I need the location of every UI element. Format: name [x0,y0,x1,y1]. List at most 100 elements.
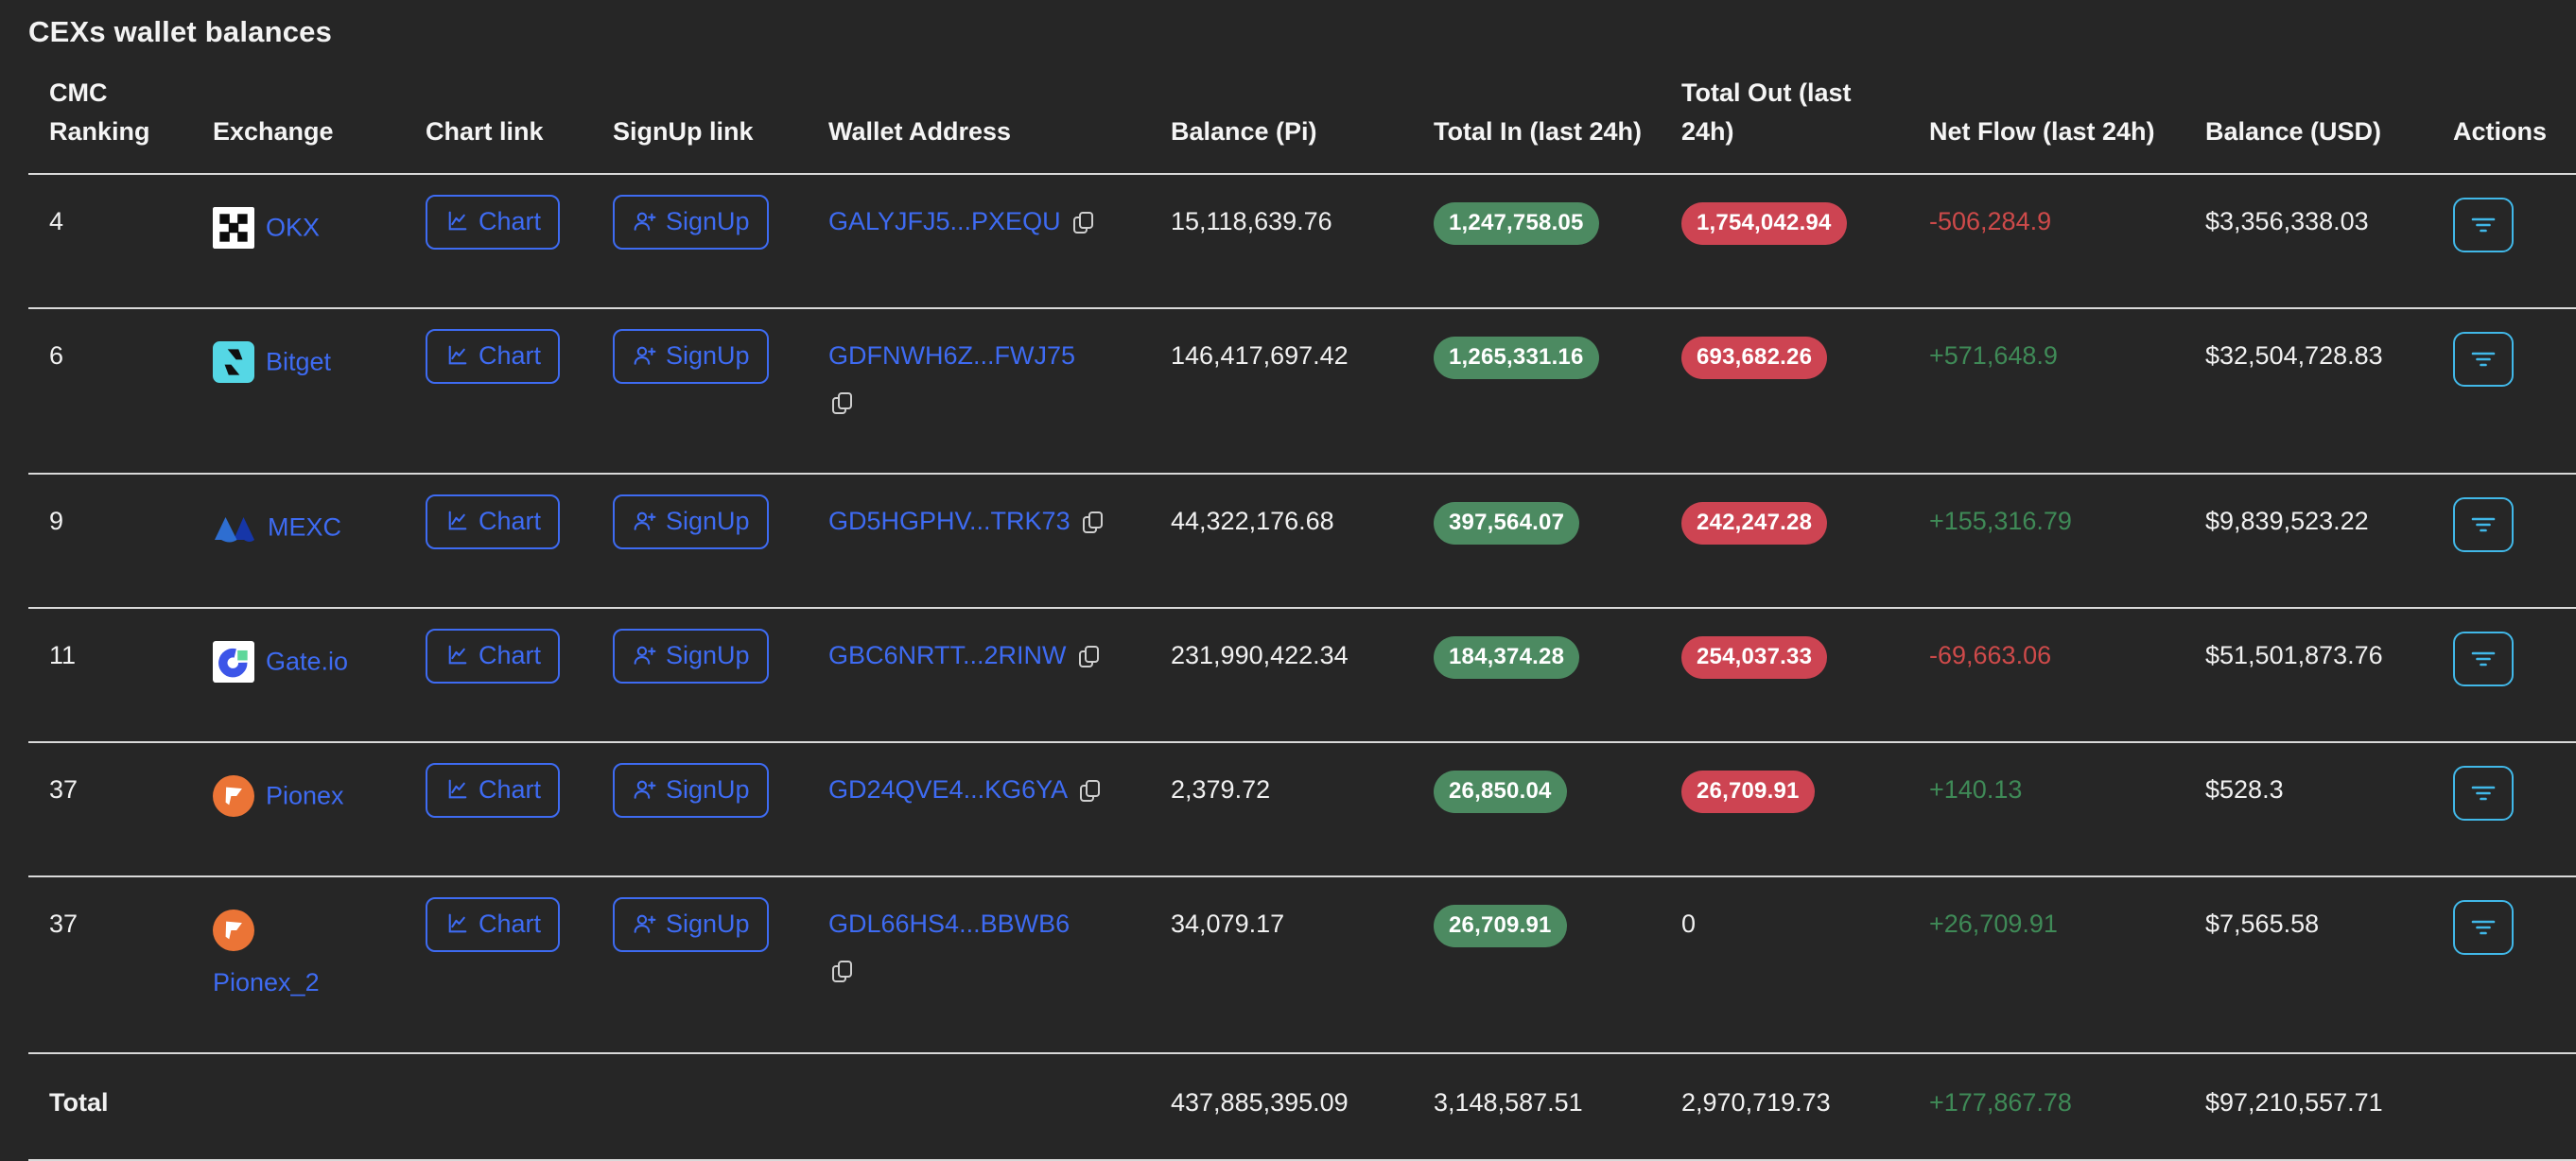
total-out-cell: 693,682.26 [1681,308,1929,474]
cmc-ranking-cell: 37 [28,876,213,1053]
chart-button-label: Chart [479,341,541,371]
signup-button[interactable]: SignUp [613,329,769,384]
total-out-badge: 1,754,042.94 [1681,202,1847,245]
actions-button[interactable] [2453,497,2514,552]
wallet-address-link[interactable]: GALYJFJ5...PXEQU [828,207,1061,235]
exchange-name-link[interactable]: Pionex [266,782,344,810]
balance-pi-value: 231,990,422.34 [1171,641,1349,669]
chart-button[interactable]: Chart [426,629,560,684]
wallet-address-link[interactable]: GD24QVE4...KG6YA [828,775,1068,804]
column-header: Balance (USD) [2205,74,2453,174]
wallet-address-link[interactable]: GDFNWH6Z...FWJ75 [828,341,1075,370]
balance-pi-cell: 44,322,176.68 [1171,474,1434,608]
chart-link-cell: Chart [426,876,613,1053]
total-out-badge: 242,247.28 [1681,502,1827,545]
exchange-name-link[interactable]: OKX [266,214,320,242]
balance-pi-value: 2,379.72 [1171,775,1270,804]
net-flow-value: -506,284.9 [1929,207,2051,235]
chart-button[interactable]: Chart [426,195,560,250]
chart-button[interactable]: Chart [426,329,560,384]
person-plus-icon [632,209,657,234]
exchange-cell: OKX [213,174,426,308]
table-header-row: CMC RankingExchangeChart linkSignUp link… [28,74,2576,174]
balance-usd-cell: $9,839,523.22 [2205,474,2453,608]
total-out-cell: 0 [1681,876,1929,1053]
wallet-address-link[interactable]: GDL66HS4...BBWB6 [828,910,1070,938]
cmc-ranking-cell: 9 [28,474,213,608]
total-in-badge: 26,709.91 [1434,905,1567,947]
total-balance-pi: 437,885,395.09 [1171,1053,1434,1160]
total-in-badge: 184,374.28 [1434,636,1579,679]
wallet-address-cell: GDL66HS4...BBWB6 [828,876,1171,1053]
line-chart-icon [444,343,470,369]
column-header: Balance (Pi) [1171,74,1434,174]
actions-button[interactable] [2453,332,2514,387]
chart-link-cell: Chart [426,174,613,308]
cmc-ranking-cell: 6 [28,308,213,474]
net-flow-cell: +26,709.91 [1929,876,2205,1053]
chart-button[interactable]: Chart [426,763,560,818]
signup-button[interactable]: SignUp [613,897,769,952]
wallet-address-link[interactable]: GBC6NRTT...2RINW [828,641,1067,669]
balance-usd-cell: $7,565.58 [2205,876,2453,1053]
wallet-address-cell: GD5HGPHV...TRK73 [828,474,1171,608]
wallet-address-cell: GALYJFJ5...PXEQU [828,174,1171,308]
balance-pi-cell: 2,379.72 [1171,742,1434,876]
total-in-cell: 1,247,758.05 [1434,174,1681,308]
total-out-cell: 26,709.91 [1681,742,1929,876]
exchange-name-link[interactable]: Bitget [266,348,331,376]
okx-logo-icon [213,207,254,249]
copy-icon[interactable] [1075,643,1104,671]
exchange-cell: Bitget [213,308,426,474]
chart-button[interactable]: Chart [426,494,560,549]
total-in-cell: 1,265,331.16 [1434,308,1681,474]
line-chart-icon [444,509,470,534]
actions-button[interactable] [2453,900,2514,955]
column-header: Chart link [426,74,613,174]
table-row: 37 Pionex_2 Chart [28,876,2576,1053]
cmc-ranking-value: 37 [49,910,78,938]
cmc-ranking-value: 6 [49,341,63,370]
chart-button[interactable]: Chart [426,897,560,952]
copy-icon[interactable] [1070,209,1098,237]
balance-usd-cell: $32,504,728.83 [2205,308,2453,474]
signup-button[interactable]: SignUp [613,763,769,818]
balance-usd-value: $51,501,873.76 [2205,641,2383,669]
exchange-name-link[interactable]: Pionex_2 [213,968,403,997]
balance-usd-value: $32,504,728.83 [2205,341,2383,370]
copy-icon[interactable] [828,390,1148,418]
exchange-name-link[interactable]: Gate.io [266,648,348,676]
wallet-address-link[interactable]: GD5HGPHV...TRK73 [828,507,1070,535]
actions-cell [2453,474,2576,608]
total-in: 3,148,587.51 [1434,1053,1681,1160]
actions-button[interactable] [2453,198,2514,252]
signup-button[interactable]: SignUp [613,629,769,684]
total-actions-empty [2453,1053,2576,1160]
total-in-cell: 26,850.04 [1434,742,1681,876]
total-out-badge: 693,682.26 [1681,337,1827,379]
signup-button-label: SignUp [666,641,750,670]
copy-icon[interactable] [1076,777,1105,806]
signup-button-label: SignUp [666,207,750,236]
signup-button[interactable]: SignUp [613,195,769,250]
column-header: Actions [2453,74,2576,174]
table-row: 9 MEXC Chart [28,474,2576,608]
exchange-name-link[interactable]: MEXC [268,513,341,542]
copy-icon[interactable] [828,958,1148,986]
table-row: 6 Bitget Chart [28,308,2576,474]
total-out-cell: 1,754,042.94 [1681,174,1929,308]
exchange-cell: Gate.io [213,608,426,742]
copy-icon[interactable] [1079,509,1107,537]
exchange-cell: MEXC [213,474,426,608]
actions-button[interactable] [2453,632,2514,686]
actions-button[interactable] [2453,766,2514,821]
pionex-logo-icon [213,910,254,951]
column-header: Wallet Address [828,74,1171,174]
signup-link-cell: SignUp [613,174,828,308]
exchange-cell: Pionex_2 [213,876,426,1053]
line-chart-icon [444,911,470,937]
net-flow-value: +140.13 [1929,775,2022,804]
actions-cell [2453,308,2576,474]
signup-button[interactable]: SignUp [613,494,769,549]
net-flow-value: -69,663.06 [1929,641,2051,669]
